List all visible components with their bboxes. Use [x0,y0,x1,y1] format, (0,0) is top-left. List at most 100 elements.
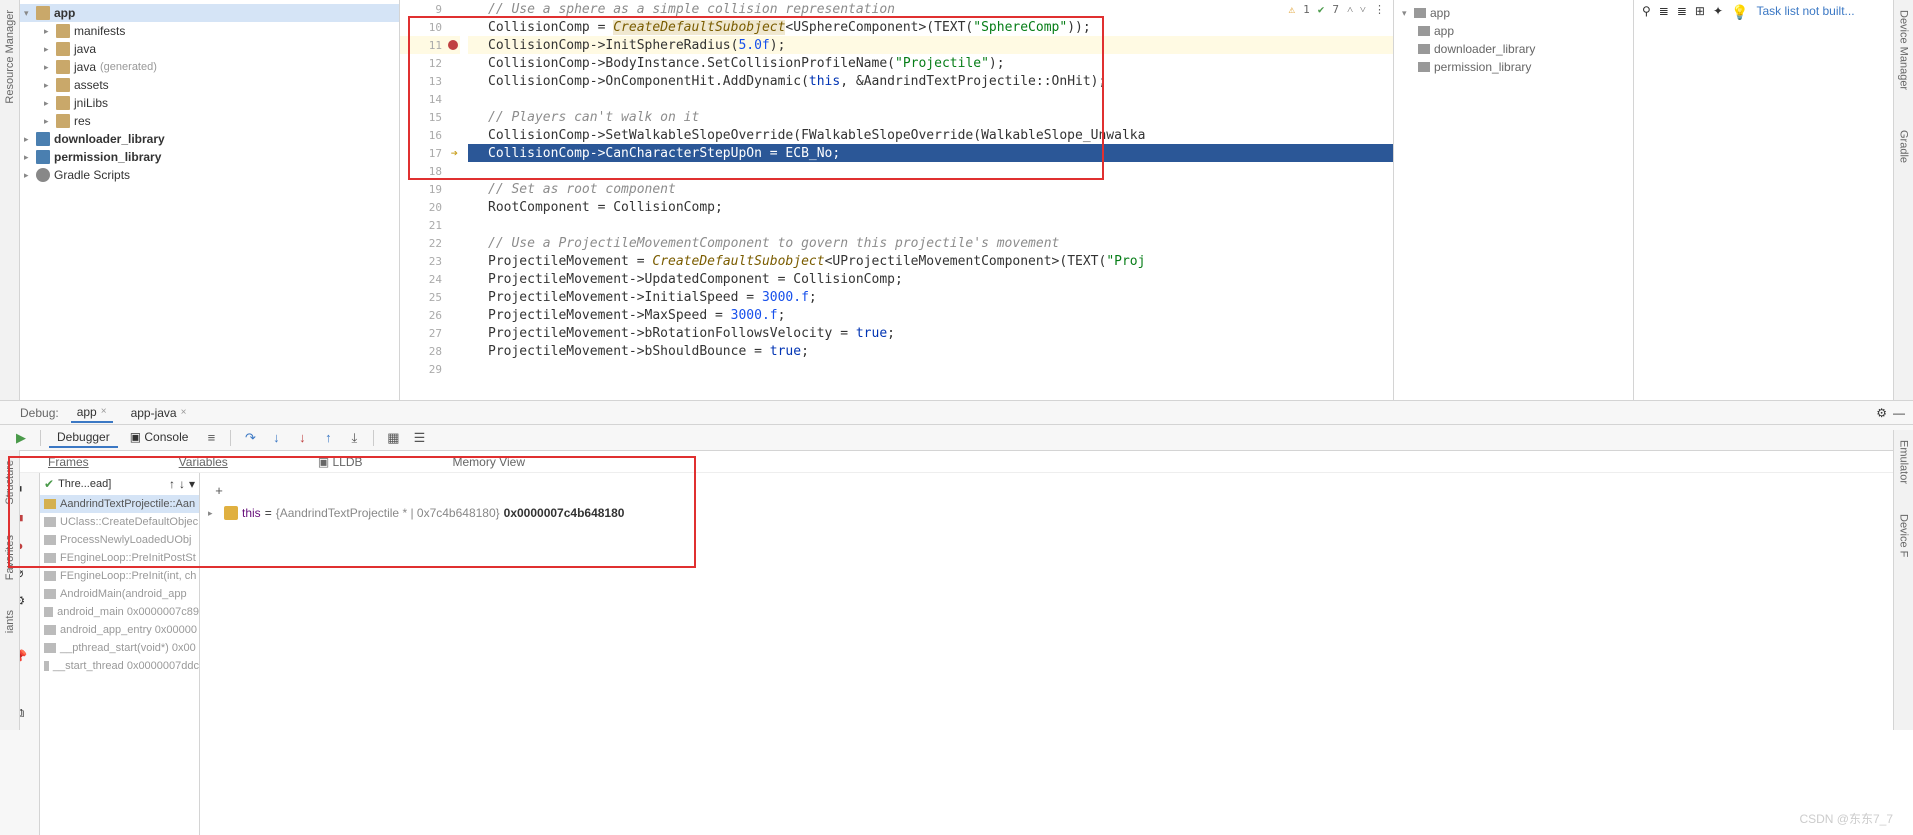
debug-tab-app[interactable]: app × [71,403,113,423]
structure-tab[interactable]: Structure [4,460,16,505]
variables-sub-tab[interactable]: Variables [179,455,228,469]
gutter-line-20[interactable]: 20 [400,198,460,216]
resource-manager-tab[interactable]: Resource Manager [4,10,16,104]
gear-icon[interactable]: ⚙ [1876,406,1887,420]
code-line-24[interactable]: ProjectileMovement->UpdatedComponent = C… [468,270,1393,288]
minimize-icon[interactable]: — [1893,406,1905,420]
more-icon[interactable]: ⋮ [1374,3,1385,16]
task-list-link[interactable]: Task list not built... [1756,4,1854,18]
step-out-button[interactable]: ↑ [317,427,339,449]
device-file-tab[interactable]: Device F [1898,514,1910,557]
frame-row[interactable]: FEngineLoop::PreInitPostSt [40,549,199,567]
gutter-line-28[interactable]: 28 [400,342,460,360]
gutter-line-9[interactable]: 9 [400,0,460,18]
gutter-line-25[interactable]: 25 [400,288,460,306]
close-icon[interactable]: × [101,406,107,417]
tool-icon-1[interactable]: ⚲ [1642,4,1651,18]
tree-item-assets[interactable]: ▸assets [20,76,399,94]
code-line-29[interactable] [468,360,1393,378]
code-line-22[interactable]: // Use a ProjectileMovementComponent to … [468,234,1393,252]
lldb-sub-tab[interactable]: ▣ LLDB [318,455,363,469]
code-line-20[interactable]: RootComponent = CollisionComp; [468,198,1393,216]
struct-root[interactable]: ▾ app [1398,4,1629,22]
memory-sub-tab[interactable]: Memory View [453,455,525,469]
tree-module-downloader_library[interactable]: ▸downloader_library [20,130,399,148]
code-line-28[interactable]: ProjectileMovement->bShouldBounce = true… [468,342,1393,360]
debug-tab-app-java[interactable]: app-java × [125,404,193,422]
variable-this[interactable]: ▸ this = {AandrindTextProjectile * | 0x7… [204,503,1909,523]
up-arrow-icon[interactable]: ↑ [169,477,175,491]
step-into-button[interactable]: ↓ [265,427,287,449]
struct-item-downloader_library[interactable]: downloader_library [1398,40,1629,58]
gutter-line-14[interactable]: 14 [400,90,460,108]
gutter-line-11[interactable]: 11 [400,36,460,54]
down-arrow-icon[interactable]: ↓ [179,477,185,491]
frame-row[interactable]: __start_thread 0x0000007ddc [40,657,199,675]
resume-button[interactable]: ▶ [10,427,32,449]
tree-item-jniLibs[interactable]: ▸jniLibs [20,94,399,112]
tree-item-res[interactable]: ▸res [20,112,399,130]
breakpoint-icon[interactable] [448,40,458,50]
gutter-line-12[interactable]: 12 [400,54,460,72]
bulb-icon[interactable]: 💡 [1731,4,1748,21]
gutter-line-29[interactable]: 29 [400,360,460,378]
evaluate-button[interactable]: ▦ [382,427,404,449]
code-line-14[interactable] [468,90,1393,108]
gutter-line-13[interactable]: 13 [400,72,460,90]
gutter-line-21[interactable]: 21 [400,216,460,234]
tree-item-java[interactable]: ▸java [20,40,399,58]
threads-icon[interactable]: ≡ [200,427,222,449]
code-line-17[interactable]: CollisionComp->CanCharacterStepUpOn = EC… [468,144,1393,162]
debugger-tab[interactable]: Debugger [49,428,118,448]
code-line-19[interactable]: // Set as root component [468,180,1393,198]
trace-button[interactable]: ☰ [408,427,430,449]
code-line-21[interactable] [468,216,1393,234]
close-icon[interactable]: × [181,407,187,418]
step-over-button[interactable]: ↷ [239,427,261,449]
code-line-16[interactable]: CollisionComp->SetWalkableSlopeOverride(… [468,126,1393,144]
thread-selector[interactable]: Thre...ead] [58,478,165,490]
tool-icon-3[interactable]: ≣ [1677,4,1687,18]
gutter-line-24[interactable]: 24 [400,270,460,288]
gutter-line-27[interactable]: 27 [400,324,460,342]
gutter-line-19[interactable]: 19 [400,180,460,198]
device-manager-tab[interactable]: Device Manager [1898,10,1910,90]
dropdown-icon[interactable]: ▾ [189,477,195,491]
tool-icon-2[interactable]: ≣ [1659,4,1669,18]
frame-row[interactable]: AndroidMain(android_app [40,585,199,603]
code-line-23[interactable]: ProjectileMovement = CreateDefaultSubobj… [468,252,1393,270]
tree-root-app[interactable]: ▾ app [20,4,399,22]
frame-row[interactable]: AandrindTextProjectile::Aan [40,495,199,513]
code-line-15[interactable]: // Players can't walk on it [468,108,1393,126]
run-to-cursor-button[interactable]: ⤓ [343,427,365,449]
gutter-line-22[interactable]: 22 [400,234,460,252]
gutter-line-10[interactable]: 10 [400,18,460,36]
code-line-12[interactable]: CollisionComp->BodyInstance.SetCollision… [468,54,1393,72]
console-tab[interactable]: ▣ Console [122,428,197,448]
tool-icon-4[interactable]: ⊞ [1695,4,1705,18]
code-line-9[interactable]: // Use a sphere as a simple collision re… [468,0,1393,18]
frame-row[interactable]: android_main 0x0000007c89 [40,603,199,621]
frame-row[interactable]: UClass::CreateDefaultObjec [40,513,199,531]
gutter-line-26[interactable]: 26 [400,306,460,324]
code-line-26[interactable]: ProjectileMovement->MaxSpeed = 3000.f; [468,306,1393,324]
add-watch-button[interactable]: + [208,479,230,501]
tool-icon-5[interactable]: ✦ [1713,4,1723,18]
tree-item-java[interactable]: ▸java(generated) [20,58,399,76]
tree-item-manifests[interactable]: ▸manifests [20,22,399,40]
code-line-11[interactable]: CollisionComp->InitSphereRadius(5.0f); [468,36,1393,54]
variants-tab[interactable]: iants [4,610,16,633]
code-line-27[interactable]: ProjectileMovement->bRotationFollowsVelo… [468,324,1393,342]
tree-gradle-scripts[interactable]: ▸ Gradle Scripts [20,166,399,184]
frame-row[interactable]: FEngineLoop::PreInit(int, ch [40,567,199,585]
frames-sub-tab[interactable]: Frames [48,455,89,469]
gutter-line-17[interactable]: 17➔ [400,144,460,162]
gutter-line-16[interactable]: 16 [400,126,460,144]
emulator-tab[interactable]: Emulator [1898,440,1910,484]
tree-module-permission_library[interactable]: ▸permission_library [20,148,399,166]
frame-row[interactable]: android_app_entry 0x00000 [40,621,199,639]
nav-up-down[interactable]: ˄ ˅ [1347,3,1366,16]
gutter-line-15[interactable]: 15 [400,108,460,126]
gutter-line-18[interactable]: 18 [400,162,460,180]
code-line-18[interactable] [468,162,1393,180]
